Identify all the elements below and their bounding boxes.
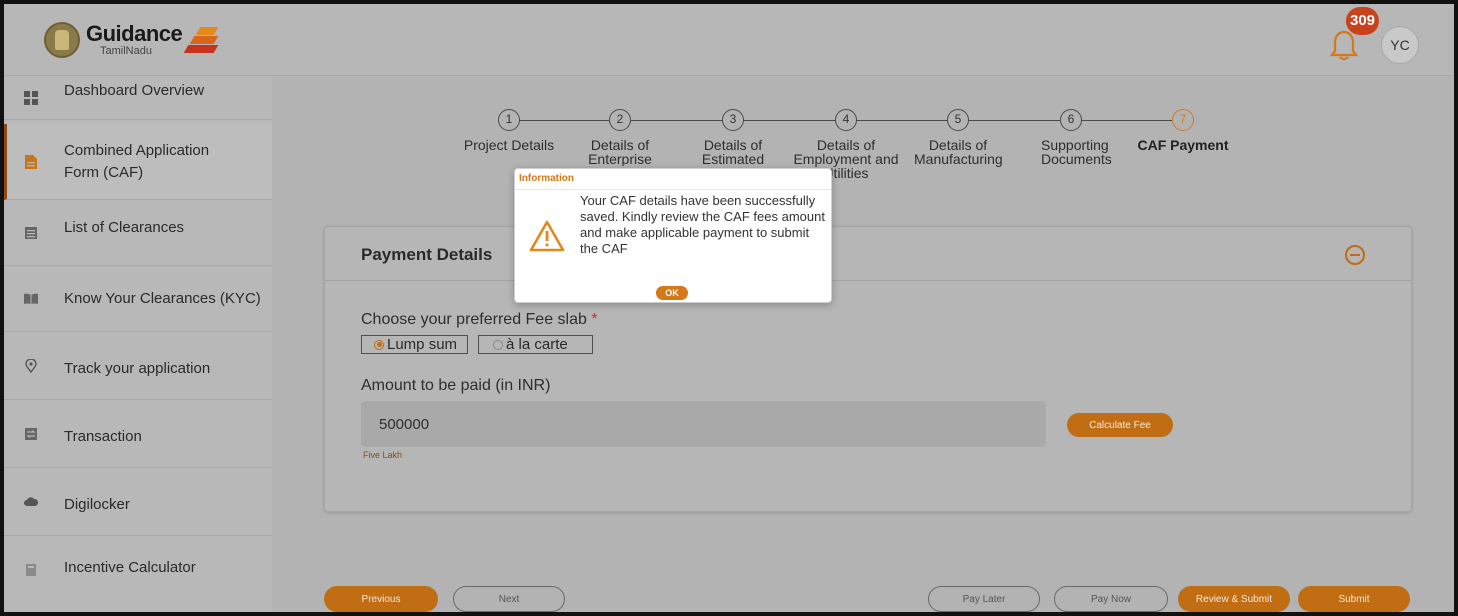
logo-subtitle: TamilNadu bbox=[100, 45, 152, 57]
sidebar-item-label: Combined Application Form (CAF) bbox=[64, 141, 210, 181]
amount-in-words: Five Lakh bbox=[363, 450, 403, 460]
grid-icon bbox=[24, 90, 38, 105]
radio-a-la-carte[interactable]: à la carte bbox=[478, 335, 593, 354]
dialog-title: Information bbox=[519, 173, 574, 184]
step-2-label: Details of Enterprise bbox=[588, 138, 652, 166]
logo-title: Guidance bbox=[86, 21, 183, 46]
required-mark: * bbox=[591, 311, 598, 328]
sidebar-item-caf[interactable]: Combined Application Form (CAF) bbox=[4, 124, 272, 200]
guidance-logo[interactable]: Guidance TamilNadu bbox=[44, 21, 219, 58]
sidebar: Dashboard Overview Combined Application … bbox=[4, 76, 272, 612]
dialog-message: Your CAF details have been successfully … bbox=[580, 193, 825, 256]
step-7-circle[interactable]: 7 bbox=[1172, 109, 1194, 131]
radio-lump-sum[interactable]: Lump sum bbox=[361, 335, 469, 354]
sidebar-item-clearances[interactable]: List of Clearances bbox=[4, 200, 272, 266]
step-5-circle[interactable]: 5 bbox=[947, 109, 969, 131]
tamilnadu-emblem-icon bbox=[44, 22, 80, 58]
top-header: Guidance TamilNadu 309 YC bbox=[4, 4, 1454, 76]
main-content: 1 2 3 4 5 6 7 Project Details Details of… bbox=[272, 76, 1454, 612]
sidebar-item-label: Digilocker bbox=[64, 495, 130, 513]
collapse-minus-icon[interactable] bbox=[1345, 245, 1365, 265]
radio-selected-icon bbox=[374, 339, 384, 350]
payment-details-card: Payment Details Choose your preferred Fe… bbox=[324, 226, 1412, 512]
radio-unselected-icon bbox=[493, 339, 504, 350]
step-6-circle[interactable]: 6 bbox=[1060, 109, 1082, 131]
submit-button[interactable]: Submit bbox=[1298, 586, 1410, 612]
sidebar-item-transaction[interactable]: Transaction bbox=[4, 400, 272, 468]
notification-count-badge[interactable]: 309 bbox=[1346, 7, 1380, 35]
calculate-fee-button[interactable]: Calculate Fee bbox=[1067, 413, 1173, 437]
step-5-label: Details of Manufacturing bbox=[914, 137, 1003, 167]
step-4-circle[interactable]: 4 bbox=[835, 109, 857, 131]
book-icon bbox=[24, 292, 38, 306]
sidebar-item-kyc[interactable]: Know Your Clearances (KYC) bbox=[4, 266, 272, 332]
fee-slab-label: Choose your preferred Fee slab * bbox=[361, 311, 598, 328]
document-icon bbox=[24, 154, 38, 169]
next-button[interactable]: Next bbox=[453, 586, 565, 612]
app-frame: Guidance TamilNadu 309 YC Dashboard Over… bbox=[4, 4, 1454, 612]
location-pin-icon bbox=[24, 358, 38, 373]
dialog-ok-button[interactable]: OK bbox=[656, 286, 688, 300]
user-avatar[interactable]: YC bbox=[1381, 26, 1419, 64]
progress-stepper: 1 2 3 4 5 6 7 Project Details Details of… bbox=[272, 76, 1454, 196]
step-7-label: CAF Payment bbox=[1137, 137, 1229, 153]
step-2-circle[interactable]: 2 bbox=[609, 109, 631, 131]
calculator-icon bbox=[24, 563, 38, 577]
sidebar-item-label: List of Clearances bbox=[64, 218, 185, 236]
amount-label: Amount to be paid (in INR) bbox=[361, 377, 551, 394]
sidebar-item-dashboard[interactable]: Dashboard Overview bbox=[4, 76, 272, 120]
step-6-label: Supporting Documents bbox=[1041, 137, 1112, 167]
pay-now-button[interactable]: Pay Now bbox=[1054, 586, 1168, 612]
review-submit-button[interactable]: Review & Submit bbox=[1178, 586, 1290, 612]
information-dialog: Information Your CAF details have been s… bbox=[514, 168, 832, 303]
logo-stripes-icon bbox=[183, 23, 219, 57]
transaction-icon bbox=[24, 427, 38, 441]
previous-button[interactable]: Previous bbox=[324, 586, 438, 612]
sidebar-item-label: Track your application bbox=[64, 359, 211, 377]
dialog-divider bbox=[515, 189, 831, 190]
step-1-circle[interactable]: 1 bbox=[498, 109, 520, 131]
pay-later-button[interactable]: Pay Later bbox=[928, 586, 1040, 612]
step-3-label: Details of Estimated bbox=[701, 138, 765, 166]
warning-triangle-icon bbox=[529, 220, 565, 252]
step-3-circle[interactable]: 3 bbox=[722, 109, 744, 131]
sidebar-item-label: Incentive Calculator bbox=[64, 559, 196, 576]
card-title: Payment Details bbox=[361, 245, 493, 264]
sidebar-item-incentive[interactable]: Incentive Calculator bbox=[4, 536, 272, 604]
sidebar-item-digilocker[interactable]: Digilocker bbox=[4, 468, 272, 536]
sidebar-item-label: Dashboard Overview bbox=[64, 81, 205, 99]
cloud-icon bbox=[24, 495, 38, 509]
fee-slab-radio-group: Lump sum à la carte bbox=[361, 335, 593, 354]
sidebar-item-label: Transaction bbox=[64, 427, 142, 445]
sidebar-item-label: Know Your Clearances (KYC) bbox=[64, 289, 261, 307]
list-icon bbox=[24, 226, 38, 240]
amount-input[interactable] bbox=[361, 401, 1046, 447]
step-1-label: Project Details bbox=[463, 137, 555, 153]
card-header: Payment Details bbox=[325, 227, 1411, 281]
sidebar-item-track[interactable]: Track your application bbox=[4, 332, 272, 400]
